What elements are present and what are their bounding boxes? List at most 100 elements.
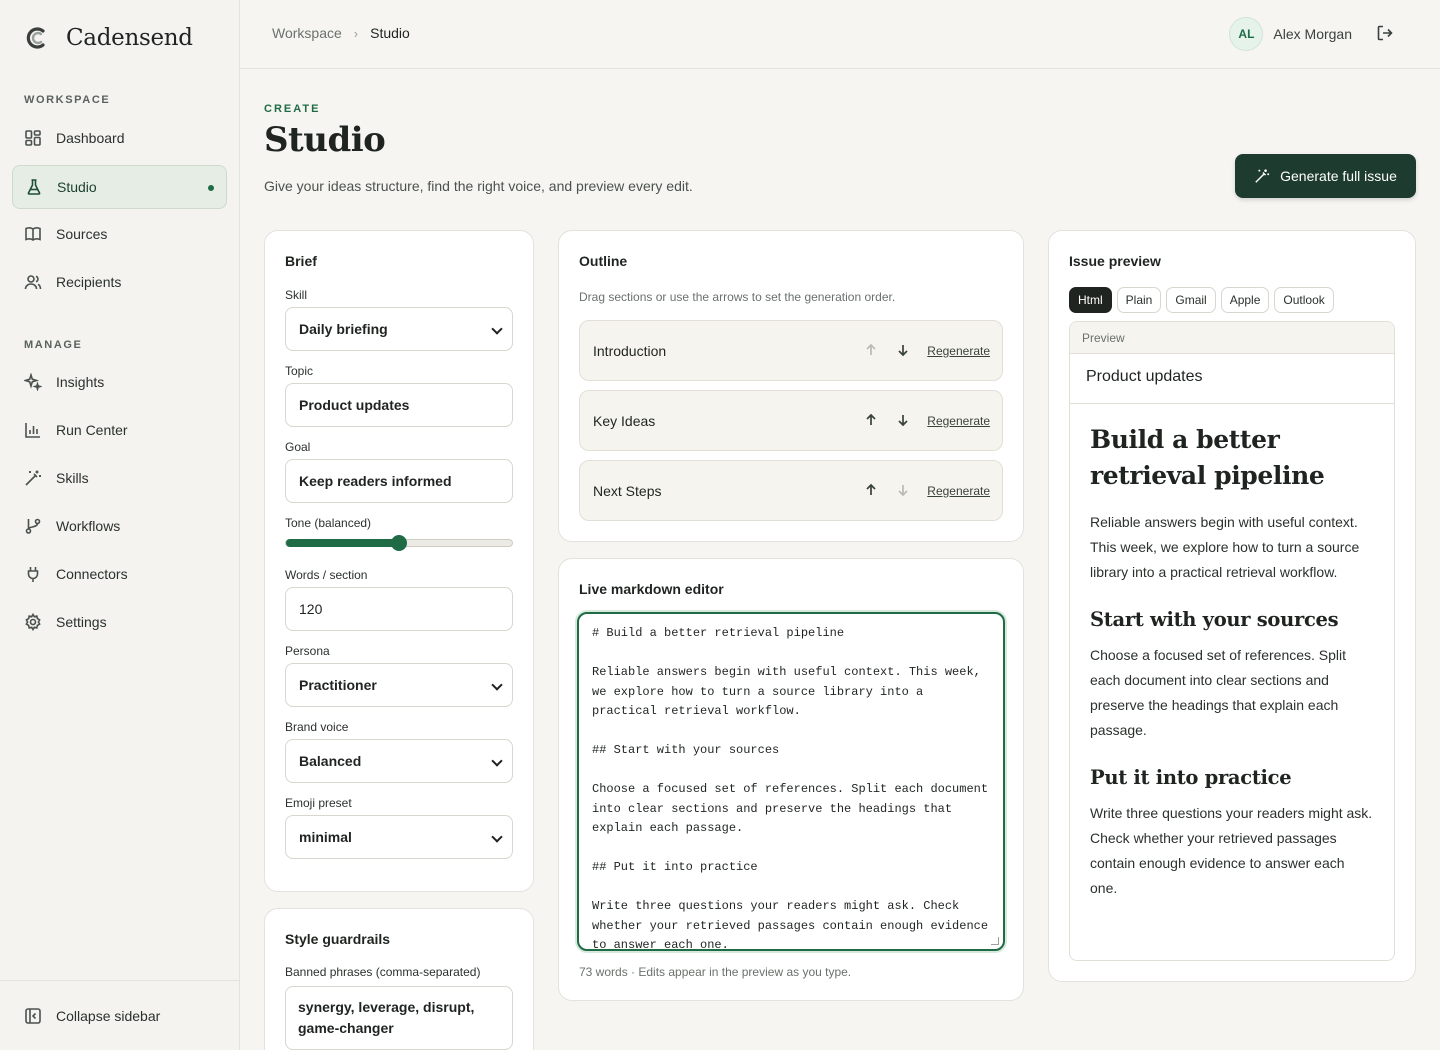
preview-subheading: Put it into practice bbox=[1090, 766, 1292, 789]
preview-title: Issue preview bbox=[1069, 253, 1161, 269]
markdown-line: to answer each one. bbox=[592, 938, 729, 951]
sidebar-item-connectors[interactable]: Connectors bbox=[12, 552, 227, 596]
breadcrumb-workspace[interactable]: Workspace bbox=[272, 25, 342, 41]
move-up-button[interactable] bbox=[864, 483, 880, 499]
active-indicator-dot bbox=[208, 185, 214, 191]
goal-field[interactable] bbox=[299, 473, 499, 489]
words-label: Words / section bbox=[285, 568, 368, 582]
nav-section-manage: MANAGE bbox=[24, 339, 83, 351]
plug-icon bbox=[27, 567, 39, 582]
sidebar-item-sources[interactable]: Sources bbox=[12, 212, 227, 256]
topic-label: Topic bbox=[285, 364, 314, 378]
emoji-preset-select[interactable]: minimal bbox=[285, 815, 513, 859]
sidebar-item-label: Sources bbox=[56, 226, 108, 242]
markdown-line: Write three questions your readers might… bbox=[592, 899, 960, 913]
markdown-line: Choose a focused set of references. Spli… bbox=[592, 782, 989, 796]
sidebar-item-label: Studio bbox=[57, 179, 97, 195]
sidebar-item-workflows[interactable]: Workflows bbox=[12, 504, 227, 548]
tab-apple[interactable]: Apple bbox=[1220, 287, 1270, 313]
chevron-right-icon: › bbox=[353, 25, 359, 41]
banned-phrases-textarea[interactable]: synergy, leverage, disrupt, game-changer bbox=[285, 986, 513, 1050]
markdown-line: # Build a better retrieval pipeline bbox=[592, 626, 845, 640]
tab-plain[interactable]: Plain bbox=[1116, 287, 1162, 313]
move-up-button[interactable] bbox=[864, 343, 880, 359]
tab-outlook[interactable]: Outlook bbox=[1274, 287, 1334, 313]
tab-html[interactable]: Html bbox=[1069, 287, 1112, 313]
sidebar-item-label: Run Center bbox=[56, 422, 128, 438]
sidebar-item-skills[interactable]: Skills bbox=[12, 456, 227, 500]
outline-section-row[interactable]: Key Ideas Regenerate bbox=[579, 390, 1003, 451]
arrow-down-icon bbox=[898, 345, 908, 357]
markdown-editor-card: Live markdown editor # Build a better re… bbox=[558, 558, 1024, 1001]
sidebar-item-insights[interactable]: Insights bbox=[12, 360, 227, 404]
sidebar-item-run-center[interactable]: Run Center bbox=[12, 408, 227, 452]
arrow-up-icon bbox=[866, 483, 876, 495]
nav-section-workspace: WORKSPACE bbox=[24, 94, 111, 106]
tone-label: Tone (balanced) bbox=[285, 516, 372, 530]
brand-voice-value: Balanced bbox=[299, 753, 362, 769]
collapse-sidebar-label: Collapse sidebar bbox=[56, 1007, 161, 1024]
generate-full-issue-button[interactable]: Generate full issue bbox=[1235, 154, 1416, 198]
words-field[interactable] bbox=[299, 601, 499, 617]
goal-label: Goal bbox=[285, 440, 311, 454]
bar-chart-icon bbox=[25, 423, 40, 438]
skill-label: Skill bbox=[285, 288, 308, 302]
sidebar-item-label: Insights bbox=[56, 374, 105, 390]
tone-slider[interactable] bbox=[285, 535, 513, 551]
outline-hint: Drag sections or use the arrows to set t… bbox=[579, 290, 896, 304]
brand[interactable]: Cadensend bbox=[24, 24, 193, 52]
wand-icon bbox=[1255, 169, 1270, 183]
editor-word-count: 73 words · Edits appear in the preview a… bbox=[579, 965, 852, 979]
arrow-down-icon bbox=[898, 485, 908, 497]
regenerate-link[interactable]: Regenerate bbox=[927, 414, 990, 428]
sidebar-item-studio[interactable]: Studio bbox=[12, 165, 227, 209]
wand-icon bbox=[25, 470, 41, 486]
persona-select[interactable]: Practitioner bbox=[285, 663, 513, 707]
sidebar-item-dashboard[interactable]: Dashboard bbox=[12, 116, 227, 160]
editor-title: Live markdown editor bbox=[579, 581, 724, 597]
move-up-button[interactable] bbox=[864, 413, 880, 429]
outline-section-name: Introduction bbox=[593, 343, 667, 359]
words-input[interactable] bbox=[285, 587, 513, 631]
markdown-line bbox=[592, 878, 990, 898]
move-down-button[interactable] bbox=[896, 483, 912, 499]
preview-subheading: Start with your sources bbox=[1090, 608, 1339, 631]
brand-voice-select[interactable]: Balanced bbox=[285, 739, 513, 783]
goal-input[interactable] bbox=[285, 459, 513, 503]
preview-frame-label: Preview bbox=[1070, 322, 1394, 354]
topic-input[interactable] bbox=[285, 383, 513, 427]
regenerate-link[interactable]: Regenerate bbox=[927, 484, 990, 498]
users-icon bbox=[24, 275, 42, 290]
markdown-line: explain each passage. bbox=[592, 821, 744, 835]
outline-section-row[interactable]: Next Steps Regenerate bbox=[579, 460, 1003, 521]
preview-subject: Product updates bbox=[1070, 354, 1394, 404]
sidebar-item-settings[interactable]: Settings bbox=[12, 600, 227, 644]
dashboard-icon bbox=[25, 130, 41, 146]
gear-icon bbox=[25, 613, 41, 631]
collapse-sidebar-button[interactable]: Collapse sidebar bbox=[0, 980, 239, 1050]
sidebar-item-label: Settings bbox=[56, 614, 107, 630]
tab-gmail[interactable]: Gmail bbox=[1166, 287, 1216, 313]
breadcrumb: Workspace › Studio bbox=[272, 25, 410, 41]
logout-button[interactable] bbox=[1376, 24, 1396, 44]
sidebar-item-recipients[interactable]: Recipients bbox=[12, 260, 227, 304]
git-branch-icon bbox=[25, 518, 41, 534]
regenerate-link[interactable]: Regenerate bbox=[927, 344, 990, 358]
topic-field[interactable] bbox=[299, 397, 499, 413]
issue-preview-card: Issue preview Html Plain Gmail Apple Out… bbox=[1048, 230, 1416, 982]
outline-section-name: Key Ideas bbox=[593, 413, 656, 429]
generate-full-issue-label: Generate full issue bbox=[1280, 168, 1397, 184]
resize-handle[interactable] bbox=[991, 937, 999, 945]
outline-section-row[interactable]: Introduction Regenerate bbox=[579, 320, 1003, 381]
move-down-button[interactable] bbox=[896, 413, 912, 429]
tone-slider-thumb[interactable] bbox=[391, 535, 407, 551]
arrow-up-icon bbox=[866, 413, 876, 425]
move-down-button[interactable] bbox=[896, 343, 912, 359]
skill-select[interactable]: Daily briefing bbox=[285, 307, 513, 351]
emoji-preset-label: Emoji preset bbox=[285, 796, 352, 810]
user-menu[interactable]: AL Alex Morgan bbox=[1229, 17, 1352, 51]
markdown-line: ## Put it into practice bbox=[592, 860, 758, 874]
markdown-textarea[interactable]: # Build a better retrieval pipeline Relia… bbox=[577, 612, 1005, 951]
style-guardrails-card: Style guardrails Banned phrases (comma-s… bbox=[264, 908, 534, 1050]
markdown-line bbox=[592, 722, 990, 742]
